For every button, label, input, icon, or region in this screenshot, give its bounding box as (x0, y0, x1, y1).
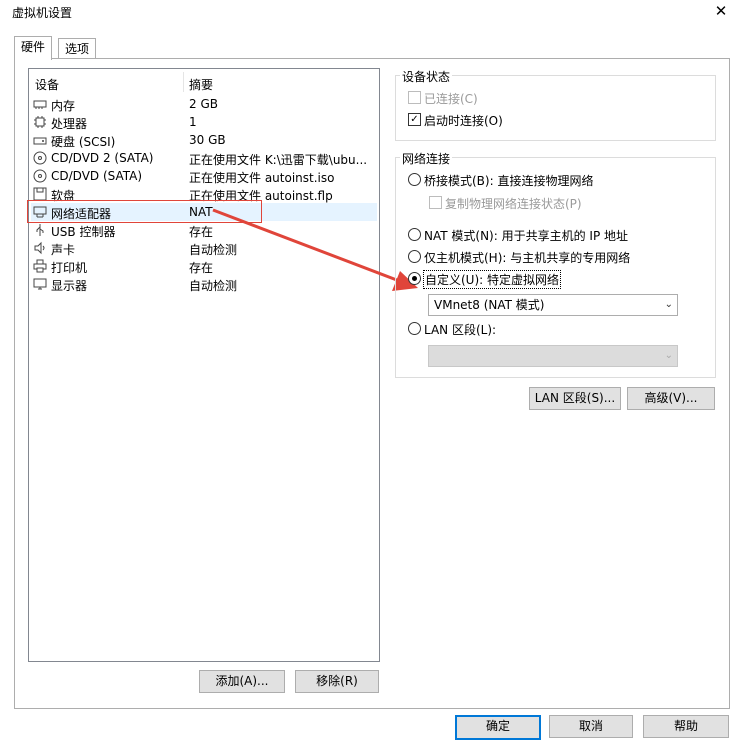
lan-segment-select[interactable]: ⌄ (428, 345, 678, 367)
host-only-label: 仅主机模式(H): 与主机共享的专用网络 (424, 251, 631, 265)
connect-on-power-on-checkbox[interactable]: ✓ (408, 113, 421, 126)
radio-dot (412, 276, 417, 281)
host-only-radio[interactable] (408, 250, 421, 263)
connected-label: 已连接(C) (424, 92, 478, 106)
chevron-down-icon: ⌄ (664, 350, 673, 361)
nat-label: NAT 模式(N): 用于共享主机的 IP 地址 (424, 229, 629, 243)
bridged-radio[interactable] (408, 173, 421, 186)
lan-segments-button[interactable]: LAN 区段(S)... (529, 387, 621, 410)
replicate-state-label: 复制物理网络连接状态(P) (445, 197, 582, 211)
remove-button[interactable]: 移除(R) (295, 670, 379, 693)
chevron-down-icon: ⌄ (664, 299, 673, 310)
replicate-state-checkbox[interactable] (429, 196, 442, 209)
ok-button[interactable]: 确定 (455, 715, 541, 740)
check-icon: ✓ (410, 113, 419, 125)
help-button[interactable]: 帮助 (643, 715, 729, 738)
nat-radio[interactable] (408, 228, 421, 241)
connected-checkbox[interactable] (408, 91, 421, 104)
bridged-label: 桥接模式(B): 直接连接物理网络 (424, 174, 594, 188)
custom-network-value: VMnet8 (NAT 模式) (434, 298, 545, 312)
connect-on-power-on-label: 启动时连接(O) (424, 114, 503, 128)
lan-segment-radio[interactable] (408, 322, 421, 335)
cancel-button[interactable]: 取消 (549, 715, 633, 738)
tab-hardware[interactable]: 硬件 (14, 36, 53, 60)
device-status-legend: 设备状态 (400, 68, 453, 85)
custom-network-select[interactable]: VMnet8 (NAT 模式) ⌄ (428, 294, 678, 316)
custom-label: 自定义(U): 特定虚拟网络 (423, 270, 562, 289)
add-button[interactable]: 添加(A)... (199, 670, 285, 693)
advanced-button[interactable]: 高级(V)... (627, 387, 715, 410)
custom-radio[interactable] (408, 272, 421, 285)
lan-segment-label: LAN 区段(L): (424, 323, 497, 337)
network-connection-legend: 网络连接 (400, 150, 453, 167)
